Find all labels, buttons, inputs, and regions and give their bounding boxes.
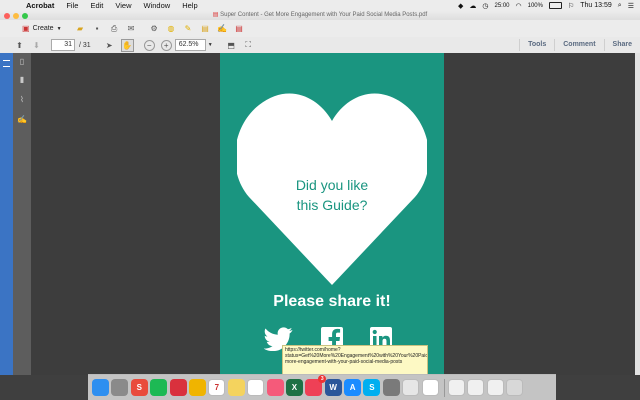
heart-text-line2: this Guide? xyxy=(296,197,368,213)
dock-notes-icon[interactable] xyxy=(227,379,245,396)
status-time[interactable]: 25:00 xyxy=(495,3,510,9)
review-icon[interactable]: ▤ xyxy=(200,23,211,34)
sign-icon[interactable]: ✍ xyxy=(217,23,228,34)
create-button[interactable]: ▣ Create ▼ xyxy=(18,23,66,34)
page-thumbnails-icon[interactable]: ▯ xyxy=(17,57,27,67)
dock-app-store-icon[interactable]: A xyxy=(344,379,362,396)
list-icon[interactable]: ☰ xyxy=(628,2,634,10)
dropbox-icon[interactable]: ◆ xyxy=(458,2,463,10)
menu-view[interactable]: View xyxy=(109,1,137,10)
menu-help[interactable]: Help xyxy=(176,1,203,10)
tools-button[interactable]: Tools xyxy=(519,39,554,51)
settings-gear-icon[interactable]: ⚙ xyxy=(149,23,160,34)
fit-page-icon[interactable]: ⬒ xyxy=(226,40,237,51)
email-icon[interactable]: ✉ xyxy=(126,23,137,34)
menu-file[interactable]: File xyxy=(60,1,84,10)
zoom-dropdown-icon[interactable]: ▼ xyxy=(208,42,213,48)
zoom-window-button[interactable] xyxy=(22,12,28,19)
dock-pocket-icon[interactable]: 3 xyxy=(305,375,327,396)
dock-music-icon[interactable] xyxy=(266,379,284,396)
dock-trash-icon[interactable] xyxy=(506,379,524,396)
dock-excel-icon[interactable]: X xyxy=(285,379,303,396)
highlight-icon[interactable]: ✎ xyxy=(183,23,194,34)
dock-app-s-icon[interactable]: S xyxy=(130,379,148,396)
dock-folder-icon[interactable] xyxy=(486,379,504,396)
save-icon[interactable]: ▪ xyxy=(92,23,103,34)
signatures-icon[interactable]: ✍ xyxy=(17,115,27,125)
zoom-in-icon[interactable]: + xyxy=(160,39,172,51)
navigation-pane: ▯ ▮ ⌇ ✍ xyxy=(13,53,31,375)
battery-icon[interactable] xyxy=(548,2,562,9)
share-doc-icon[interactable]: ▤ xyxy=(234,23,245,34)
dock-bookmark-icon[interactable] xyxy=(169,379,187,396)
heart-text-line1: Did you like xyxy=(295,177,369,193)
pdf-page: Did you like this Guide? Please share it… xyxy=(220,53,444,375)
next-page-icon[interactable]: ⬇ xyxy=(31,40,42,51)
minimize-window-button[interactable] xyxy=(13,12,19,19)
dock-spotify-icon[interactable] xyxy=(150,379,168,396)
menu-edit[interactable]: Edit xyxy=(84,1,109,10)
dock-word-icon[interactable]: W xyxy=(324,379,342,396)
bookmarks-icon[interactable]: ▮ xyxy=(17,75,27,85)
create-label: Create xyxy=(32,25,54,32)
share-heading: Please share it! xyxy=(273,293,391,310)
dock-document-icon[interactable] xyxy=(448,379,466,396)
close-window-button[interactable] xyxy=(4,12,10,19)
dock-chrome-icon[interactable] xyxy=(188,379,206,396)
prev-page-icon[interactable]: ⬆ xyxy=(14,40,25,51)
main-toolbar: ▣ Create ▼ ▰ ▪ ⎙ ✉ ⚙ ◍ ✎ ▤ ✍ ▤ xyxy=(0,20,640,38)
left-rail xyxy=(0,53,13,375)
dock-document2-icon[interactable] xyxy=(467,379,485,396)
window-title-bar: ▤ Super Content - Get More Engagement wi… xyxy=(0,11,640,20)
dock-launchpad-icon[interactable] xyxy=(111,379,129,396)
dock-safari-icon[interactable] xyxy=(402,379,420,396)
dock-skype-icon[interactable]: S xyxy=(363,379,381,396)
comment-button[interactable]: Comment xyxy=(554,39,603,51)
dock-finder-icon[interactable] xyxy=(92,379,109,396)
search-icon[interactable]: ⌕ xyxy=(618,2,622,10)
flag-icon[interactable]: ⚐ xyxy=(568,2,574,10)
cloud-icon[interactable]: ☁ xyxy=(469,2,476,10)
comment-bubble-icon[interactable]: ◍ xyxy=(166,23,177,34)
battery-percent[interactable]: 100% xyxy=(528,3,543,9)
full-screen-icon[interactable]: ⛶ xyxy=(243,40,254,51)
window-title: Super Content - Get More Engagement with… xyxy=(220,12,428,18)
open-folder-icon[interactable]: ▰ xyxy=(75,23,86,34)
zoom-level-field[interactable]: 62.5% xyxy=(174,39,206,51)
dock-acrobat-icon[interactable] xyxy=(421,379,439,396)
menu-lines-icon[interactable] xyxy=(3,60,10,67)
timer-icon[interactable]: ◷ xyxy=(482,2,488,10)
link-tooltip: https://twitter.com/home?status=Get%20Mo… xyxy=(282,345,428,375)
dock-calendar-icon[interactable]: 7 xyxy=(208,379,226,396)
dock-photos-icon[interactable] xyxy=(247,379,265,396)
chevron-down-icon: ▼ xyxy=(56,25,62,32)
attachments-icon[interactable]: ⌇ xyxy=(17,95,27,105)
menu-window[interactable]: Window xyxy=(138,1,177,10)
pdf-icon: ▤ xyxy=(212,12,219,18)
menu-app-acrobat[interactable]: Acrobat xyxy=(20,1,60,10)
dock-separator xyxy=(444,378,446,397)
dock-preferences-icon[interactable] xyxy=(382,379,400,396)
hand-tool-icon[interactable]: ✋ xyxy=(120,38,134,52)
print-icon[interactable]: ⎙ xyxy=(109,23,120,34)
navigation-toolbar: ⬆ ⬇ 31 / 31 ➤ ✋ − + 62.5% ▼ ⬒ ⛶ Tools Co… xyxy=(0,37,640,54)
select-cursor-icon[interactable]: ➤ xyxy=(104,40,115,51)
create-icon: ▣ xyxy=(22,24,30,33)
clock[interactable]: Thu 13:59 xyxy=(580,2,612,9)
dock: S7X3WAS xyxy=(88,374,556,400)
page-total: / 31 xyxy=(79,41,91,49)
vertical-scrollbar[interactable] xyxy=(635,53,640,375)
share-button[interactable]: Share xyxy=(603,39,640,51)
wifi-icon[interactable]: ◠ xyxy=(516,2,522,10)
zoom-out-icon[interactable]: − xyxy=(143,39,155,51)
page-number-input[interactable]: 31 xyxy=(51,39,75,51)
